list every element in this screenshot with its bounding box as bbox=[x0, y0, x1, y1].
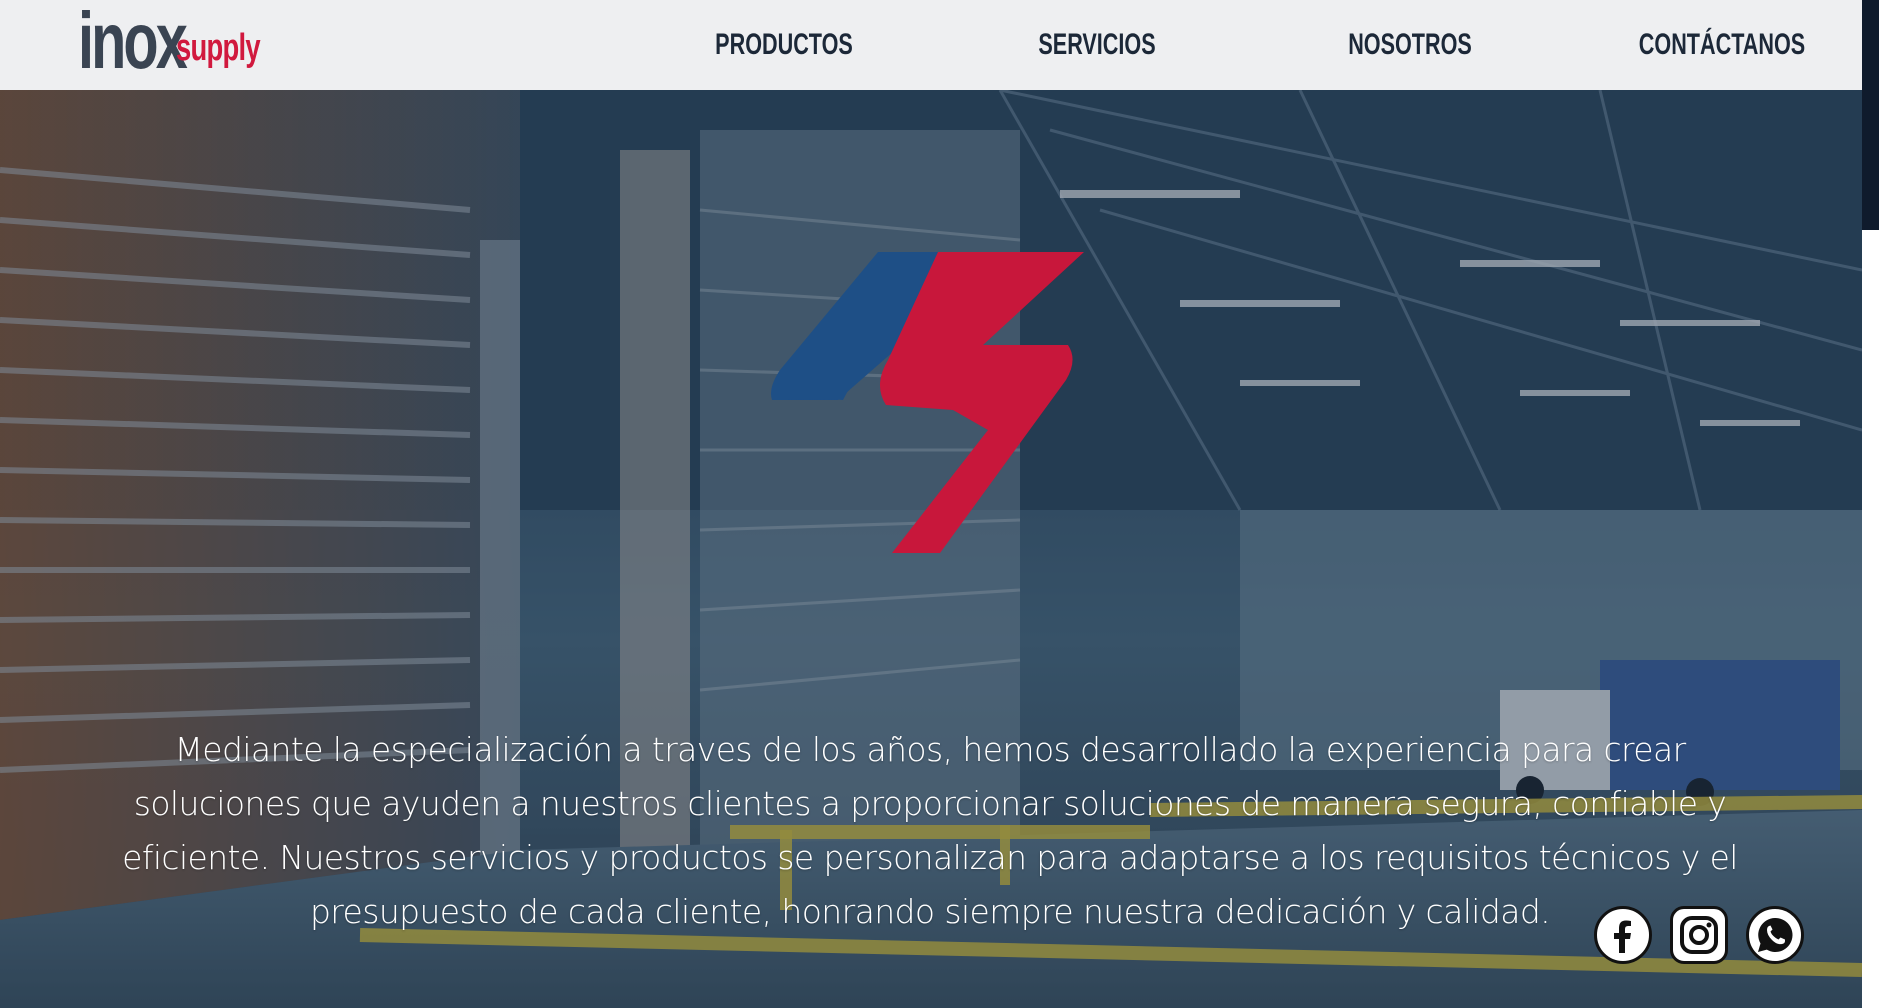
main-nav: PRODUCTOS SERVICIOS NOSOTROS CONTÁCTANOS bbox=[0, 22, 1862, 68]
facebook-button[interactable] bbox=[1594, 906, 1652, 964]
page: inox supply PRODUCTOS SERVICIOS NOSOTROS… bbox=[0, 0, 1862, 1008]
site-header: inox supply PRODUCTOS SERVICIOS NOSOTROS… bbox=[0, 0, 1862, 90]
nav-item-servicios[interactable]: SERVICIOS bbox=[1025, 22, 1169, 68]
hero-section: Mediante la especialización a traves de … bbox=[0, 90, 1862, 1008]
hero-description: Mediante la especialización a traves de … bbox=[122, 730, 1738, 931]
facebook-icon bbox=[1614, 920, 1631, 953]
whatsapp-button[interactable] bbox=[1746, 906, 1804, 964]
instagram-button[interactable] bbox=[1670, 906, 1728, 964]
instagram-icon bbox=[1680, 916, 1718, 954]
nav-item-contactanos[interactable]: CONTÁCTANOS bbox=[1636, 22, 1809, 68]
nav-item-productos[interactable]: PRODUCTOS bbox=[712, 22, 856, 68]
social-links bbox=[1594, 906, 1804, 964]
nav-item-nosotros[interactable]: NOSOTROS bbox=[1338, 22, 1482, 68]
whatsapp-icon bbox=[1758, 917, 1793, 952]
scrollbar-track[interactable] bbox=[1862, 0, 1879, 230]
brand-mark-icon bbox=[771, 252, 1084, 553]
